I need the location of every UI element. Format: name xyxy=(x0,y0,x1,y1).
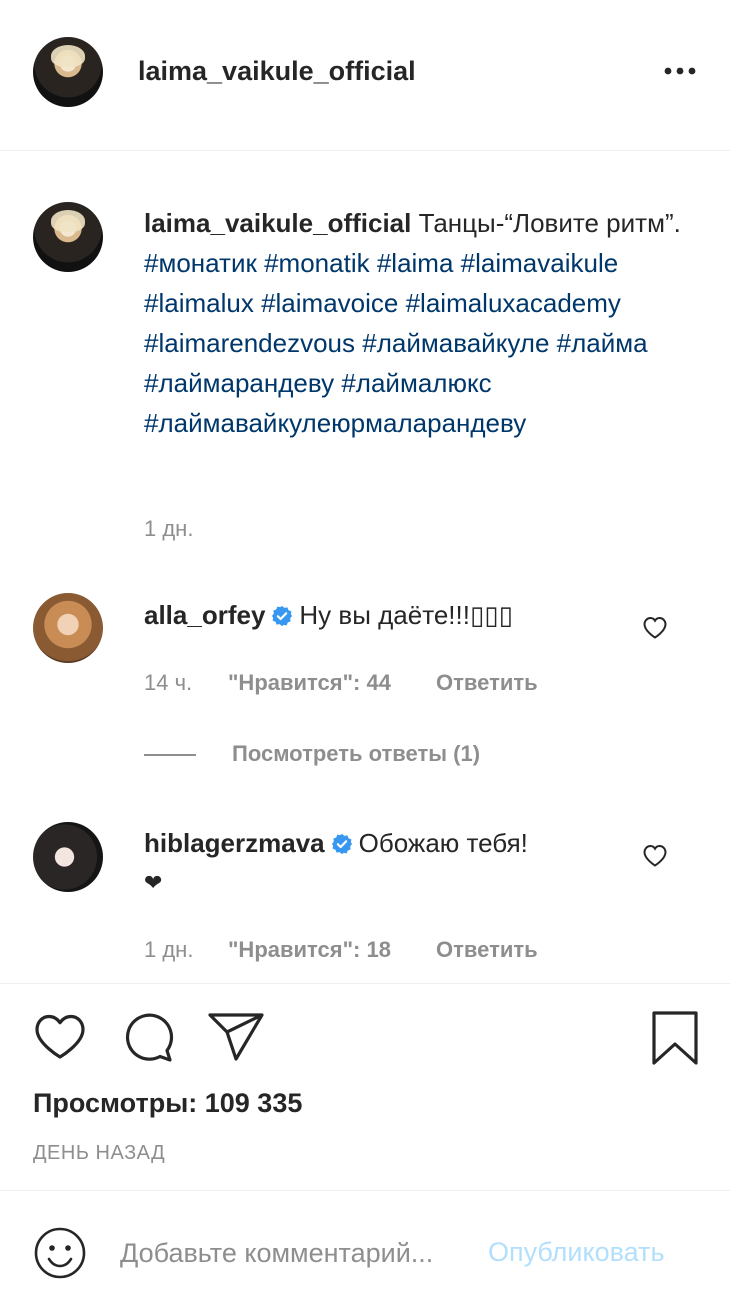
hashtag[interactable]: #лаймарандеву xyxy=(144,368,334,398)
comment-heart-emoji: ❤ xyxy=(144,870,163,895)
comment-time[interactable]: 14 ч. xyxy=(144,670,192,696)
header-divider xyxy=(0,150,730,151)
actions-divider xyxy=(0,983,730,984)
share-icon[interactable] xyxy=(207,1012,265,1062)
commenter-avatar[interactable] xyxy=(33,593,103,663)
comment-icon[interactable] xyxy=(120,1012,176,1064)
post-comment-button[interactable]: Опубликовать xyxy=(488,1237,665,1268)
reply-button[interactable]: Ответить xyxy=(436,670,538,696)
comment-box-divider xyxy=(0,1190,730,1191)
caption-time[interactable]: 1 дн. xyxy=(144,516,193,542)
comment-like-heart-icon[interactable] xyxy=(641,614,669,640)
more-horizontal-icon[interactable] xyxy=(663,64,697,78)
comment-username[interactable]: hiblagerzmava xyxy=(144,828,325,858)
hashtag[interactable]: #laima xyxy=(377,248,454,278)
hashtag[interactable]: #laimarendezvous xyxy=(144,328,355,358)
emoji-icon[interactable] xyxy=(33,1226,87,1280)
posted-ago[interactable]: ДЕНЬ НАЗАД xyxy=(33,1142,165,1165)
comment-username[interactable]: alla_orfey xyxy=(144,600,265,630)
comment-text: Обожаю тебя! xyxy=(358,828,528,858)
hashtag[interactable]: #монатик xyxy=(144,248,257,278)
view-replies-button[interactable]: Посмотреть ответы (1) xyxy=(232,741,480,767)
comment-body: alla_orfey Ну вы даёте!!!▯▯▯ xyxy=(144,596,624,634)
comment-time[interactable]: 1 дн. xyxy=(144,937,193,963)
comment-input[interactable] xyxy=(118,1232,482,1274)
hashtag[interactable]: #лаймавайкуле xyxy=(362,328,549,358)
hashtag[interactable]: #laimalux xyxy=(144,288,254,318)
hashtag[interactable]: #лаймавайкулеюрмаларандеву xyxy=(144,408,526,438)
hashtag[interactable]: #лайма xyxy=(557,328,648,358)
caption-username[interactable]: laima_vaikule_official xyxy=(144,208,411,238)
comment-text: Ну вы даёте!!!▯▯▯ xyxy=(299,600,513,630)
hashtag[interactable]: #laimaluxacademy xyxy=(406,288,621,318)
author-avatar[interactable] xyxy=(33,37,103,107)
commenter-avatar[interactable] xyxy=(33,822,103,892)
bookmark-icon[interactable] xyxy=(650,1010,700,1066)
verified-badge-icon xyxy=(331,833,352,855)
comment-like-heart-icon[interactable] xyxy=(641,842,669,868)
heart-icon[interactable] xyxy=(33,1012,87,1062)
header-username[interactable]: laima_vaikule_official xyxy=(138,56,416,87)
hashtag[interactable]: #laimavaikule xyxy=(461,248,619,278)
comment-body: hiblagerzmava Обожаю тебя! ❤ xyxy=(144,824,624,902)
reply-button[interactable]: Ответить xyxy=(436,937,538,963)
comment-likes[interactable]: "Нравится": 44 xyxy=(228,670,391,696)
hashtag[interactable]: #monatik xyxy=(264,248,370,278)
comment-likes[interactable]: "Нравится": 18 xyxy=(228,937,391,963)
views-count[interactable]: Просмотры: 109 335 xyxy=(33,1088,302,1119)
caption-body: Танцы-“Ловите ритм”. xyxy=(411,208,681,238)
hashtag[interactable]: #лаймалюкс xyxy=(341,368,491,398)
verified-badge-icon xyxy=(272,605,293,627)
caption-text: laima_vaikule_official Танцы-“Ловите рит… xyxy=(144,203,684,443)
hashtag[interactable]: #laimavoice xyxy=(261,288,398,318)
caption-avatar[interactable] xyxy=(33,202,103,272)
replies-line xyxy=(144,754,196,756)
